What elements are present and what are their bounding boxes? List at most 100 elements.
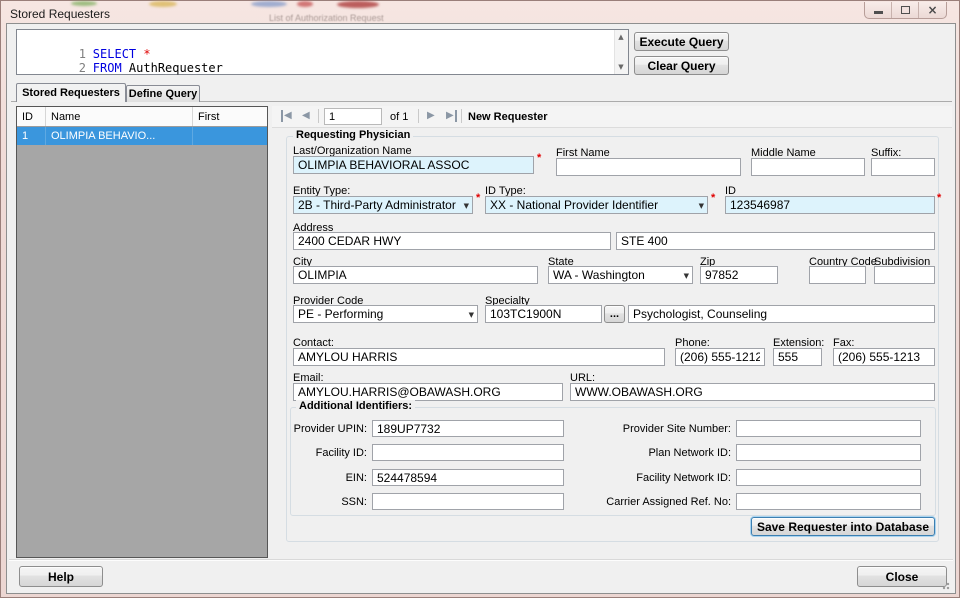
state-value: WA - Washington [553, 268, 645, 282]
record-count-label: of 1 [390, 111, 408, 123]
close-icon: × [927, 4, 937, 16]
provider-upin-input[interactable] [372, 420, 564, 437]
subdivision-input[interactable] [874, 266, 935, 284]
fax-input[interactable] [833, 348, 935, 366]
specialty-code-input[interactable] [485, 305, 602, 323]
sql-query-editor[interactable]: 1SELECT * 2FROM AuthRequester ▲ ▼ [16, 29, 629, 75]
provider-site-number-label: Provider Site Number: [563, 423, 731, 435]
ein-label: EIN: [293, 472, 367, 484]
suffix-input[interactable] [871, 158, 935, 176]
sql-token: AuthRequester [129, 61, 223, 75]
carrier-assigned-ref-input[interactable] [736, 493, 921, 510]
phone-input[interactable] [675, 348, 765, 366]
chevron-down-icon: ▼ [684, 272, 689, 280]
entity-type-value: 2B - Third-Party Administrator [298, 198, 456, 212]
ssn-input[interactable] [372, 493, 564, 510]
address-line2-input[interactable] [616, 232, 935, 250]
required-asterisk: * [937, 192, 941, 204]
scroll-up-icon[interactable]: ▲ [615, 31, 627, 43]
help-button[interactable]: Help [19, 566, 103, 587]
country-code-input[interactable] [809, 266, 866, 284]
requesters-table[interactable]: ID Name First 1 OLIMPIA BEHAVIO... [16, 106, 268, 558]
facility-id-input[interactable] [372, 444, 564, 461]
minimize-icon [874, 11, 883, 14]
address-line1-input[interactable] [293, 232, 611, 250]
scroll-down-icon[interactable]: ▼ [615, 61, 627, 73]
window-controls: × [864, 2, 947, 19]
line-number: 2 [79, 61, 93, 75]
cell-name: OLIMPIA BEHAVIO... [46, 127, 193, 145]
email-input[interactable] [293, 383, 563, 401]
last-org-input[interactable] [293, 156, 534, 174]
sql-keyword: FROM [93, 61, 129, 75]
move-first-icon[interactable]: ◀ [281, 110, 292, 122]
ssn-label: SSN: [293, 496, 367, 508]
entity-type-select[interactable]: 2B - Third-Party Administrator ▼ [293, 196, 473, 214]
dialog-client-area: 1SELECT * 2FROM AuthRequester ▲ ▼ Execut… [6, 23, 956, 594]
chevron-down-icon: ▼ [699, 202, 704, 210]
chevron-down-icon: ▼ [464, 202, 469, 210]
id-type-value: XX - National Provider Identifier [490, 198, 658, 212]
move-next-icon[interactable]: ▶ [427, 110, 435, 122]
tab-stored-requesters[interactable]: Stored Requesters [16, 83, 126, 102]
record-position-input[interactable] [324, 108, 382, 125]
provider-site-number-input[interactable] [736, 420, 921, 437]
titlebar[interactable]: Stored Requesters × [1, 1, 959, 23]
editor-scrollbar[interactable]: ▲ ▼ [614, 30, 628, 74]
col-header-name[interactable]: Name [46, 107, 193, 126]
dialog-window: List of Authorization Request Stored Req… [0, 0, 960, 598]
chevron-down-icon: ▼ [469, 311, 474, 319]
facility-network-id-input[interactable] [736, 469, 921, 486]
table-header: ID Name First [17, 107, 267, 127]
specialty-browse-button[interactable]: ... [604, 305, 625, 323]
required-asterisk: * [711, 192, 715, 204]
contact-input[interactable] [293, 348, 665, 366]
cell-id: 1 [17, 127, 46, 145]
required-asterisk: * [476, 192, 480, 204]
required-asterisk: * [537, 152, 541, 164]
groupbox-title: Requesting Physician [293, 129, 413, 141]
plan-network-id-input[interactable] [736, 444, 921, 461]
minimize-button[interactable] [865, 2, 892, 18]
city-input[interactable] [293, 266, 538, 284]
clear-query-button[interactable]: Clear Query [634, 56, 729, 75]
restore-button[interactable] [892, 2, 919, 18]
specialty-name-input[interactable] [628, 305, 935, 323]
record-navigator: ◀ ◀ of 1 ▶ ▶ New Requester [272, 106, 952, 128]
url-input[interactable] [570, 383, 935, 401]
ein-input[interactable] [372, 469, 564, 486]
plan-network-id-label: Plan Network ID: [563, 447, 731, 459]
window-title: Stored Requesters [10, 7, 110, 21]
close-window-button[interactable]: × [919, 2, 946, 18]
restore-icon [901, 6, 910, 14]
carrier-assigned-ref-label: Carrier Assigned Ref. No: [563, 496, 731, 508]
provider-code-value: PE - Performing [298, 307, 383, 321]
id-type-select[interactable]: XX - National Provider Identifier ▼ [485, 196, 708, 214]
save-requester-button[interactable]: Save Requester into Database [751, 517, 935, 536]
bottom-separator [9, 559, 953, 561]
state-select[interactable]: WA - Washington ▼ [548, 266, 693, 284]
close-button[interactable]: Close [857, 566, 947, 587]
toolbar-separator [461, 109, 462, 123]
resize-grip[interactable] [942, 580, 952, 590]
tab-define-query[interactable]: Define Query [126, 85, 200, 102]
provider-code-select[interactable]: PE - Performing ▼ [293, 305, 478, 323]
col-header-first[interactable]: First [193, 107, 267, 126]
facility-network-id-label: Facility Network ID: [563, 472, 731, 484]
id-input[interactable] [725, 196, 935, 214]
execute-query-button[interactable]: Execute Query [634, 32, 729, 51]
provider-upin-label: Provider UPIN: [293, 423, 367, 435]
first-name-input[interactable] [556, 158, 741, 176]
col-header-id[interactable]: ID [17, 107, 46, 126]
extension-input[interactable] [773, 348, 822, 366]
table-row[interactable]: 1 OLIMPIA BEHAVIO... [17, 127, 267, 145]
new-requester-button[interactable]: New Requester [468, 111, 547, 123]
move-previous-icon[interactable]: ◀ [302, 110, 310, 122]
move-last-icon[interactable]: ▶ [446, 110, 457, 122]
middle-name-input[interactable] [751, 158, 865, 176]
additional-identifiers-title: Additional Identifiers: [296, 400, 415, 412]
toolbar-separator [418, 109, 419, 123]
toolbar-separator [318, 109, 319, 123]
facility-id-label: Facility ID: [293, 447, 367, 459]
zip-input[interactable] [700, 266, 778, 284]
